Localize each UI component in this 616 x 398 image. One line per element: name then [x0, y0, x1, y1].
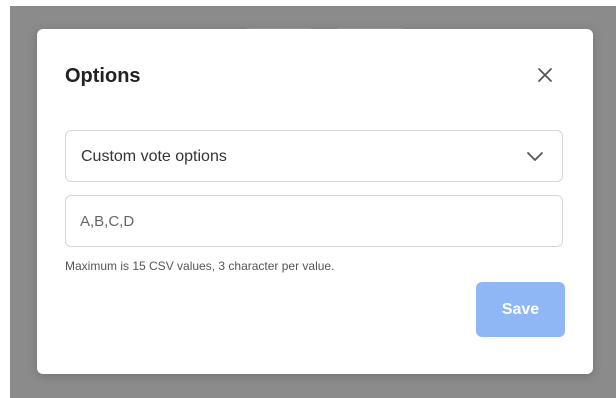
vote-options-select[interactable]: Custom vote options: [65, 130, 563, 182]
select-value: Custom vote options: [81, 148, 227, 165]
close-button[interactable]: [533, 63, 557, 87]
options-dialog: Options Custom vote options Maximum is 1…: [37, 29, 593, 374]
csv-values-input[interactable]: [65, 195, 563, 247]
save-button[interactable]: Save: [476, 282, 565, 337]
close-icon: [538, 68, 552, 82]
dialog-title: Options: [65, 65, 141, 87]
chevron-down-icon: [526, 150, 544, 162]
input-hint: Maximum is 15 CSV values, 3 character pe…: [65, 259, 335, 273]
